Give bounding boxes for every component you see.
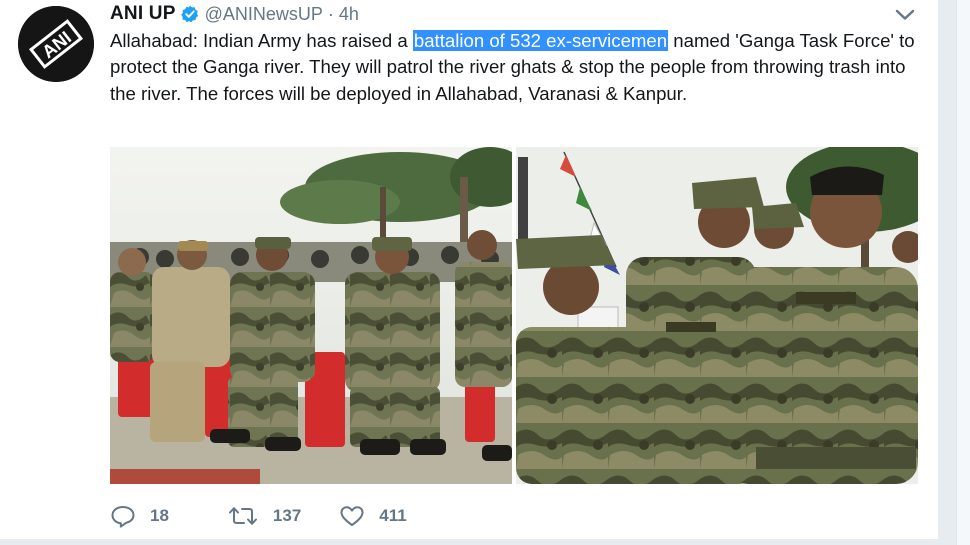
retweet-count: 137: [272, 506, 302, 525]
avatar[interactable]: ANI: [18, 6, 94, 82]
scrollbar-track[interactable]: [956, 0, 970, 545]
tweet-media: [110, 147, 918, 484]
right-sidebar: [938, 0, 970, 545]
retweet-button[interactable]: 137: [227, 504, 301, 528]
tweet-header: ANI UP @ANINewsUP · 4h: [110, 2, 359, 26]
reply-icon: [110, 504, 136, 528]
retweet-icon: [227, 504, 259, 528]
reply-count: 18: [150, 506, 169, 525]
author-name[interactable]: ANI UP: [110, 3, 176, 25]
tweet-actions: 18 137 411: [110, 503, 435, 529]
photo-standing-soldiers[interactable]: [516, 147, 918, 484]
tweet-text-start: Allahabad: Indian Army has raised a: [110, 30, 413, 51]
author-handle[interactable]: @ANINewsUP: [205, 4, 323, 25]
reply-button[interactable]: 18: [110, 504, 169, 528]
heart-icon: [339, 504, 365, 528]
timeline-divider: [0, 539, 938, 545]
like-count: 411: [379, 506, 407, 525]
verified-badge-icon: [180, 5, 199, 23]
seated-soldiers-image: [110, 147, 512, 484]
timestamp[interactable]: 4h: [339, 4, 359, 25]
standing-soldiers-image: [516, 147, 918, 484]
photo-seated-soldiers[interactable]: [110, 147, 512, 484]
separator-dot: ·: [327, 3, 334, 24]
selected-text: battalion of 532 ex-servicemen: [412, 30, 669, 51]
like-button[interactable]: 411: [339, 504, 407, 528]
ani-logo-icon: ANI: [18, 6, 94, 82]
tweet-page: ANI ANI UP @ANINewsUP · 4h Allahabad: In…: [0, 0, 970, 545]
tweet-text: Allahabad: Indian Army has raised a batt…: [110, 28, 922, 107]
chevron-down-icon[interactable]: [892, 6, 918, 24]
